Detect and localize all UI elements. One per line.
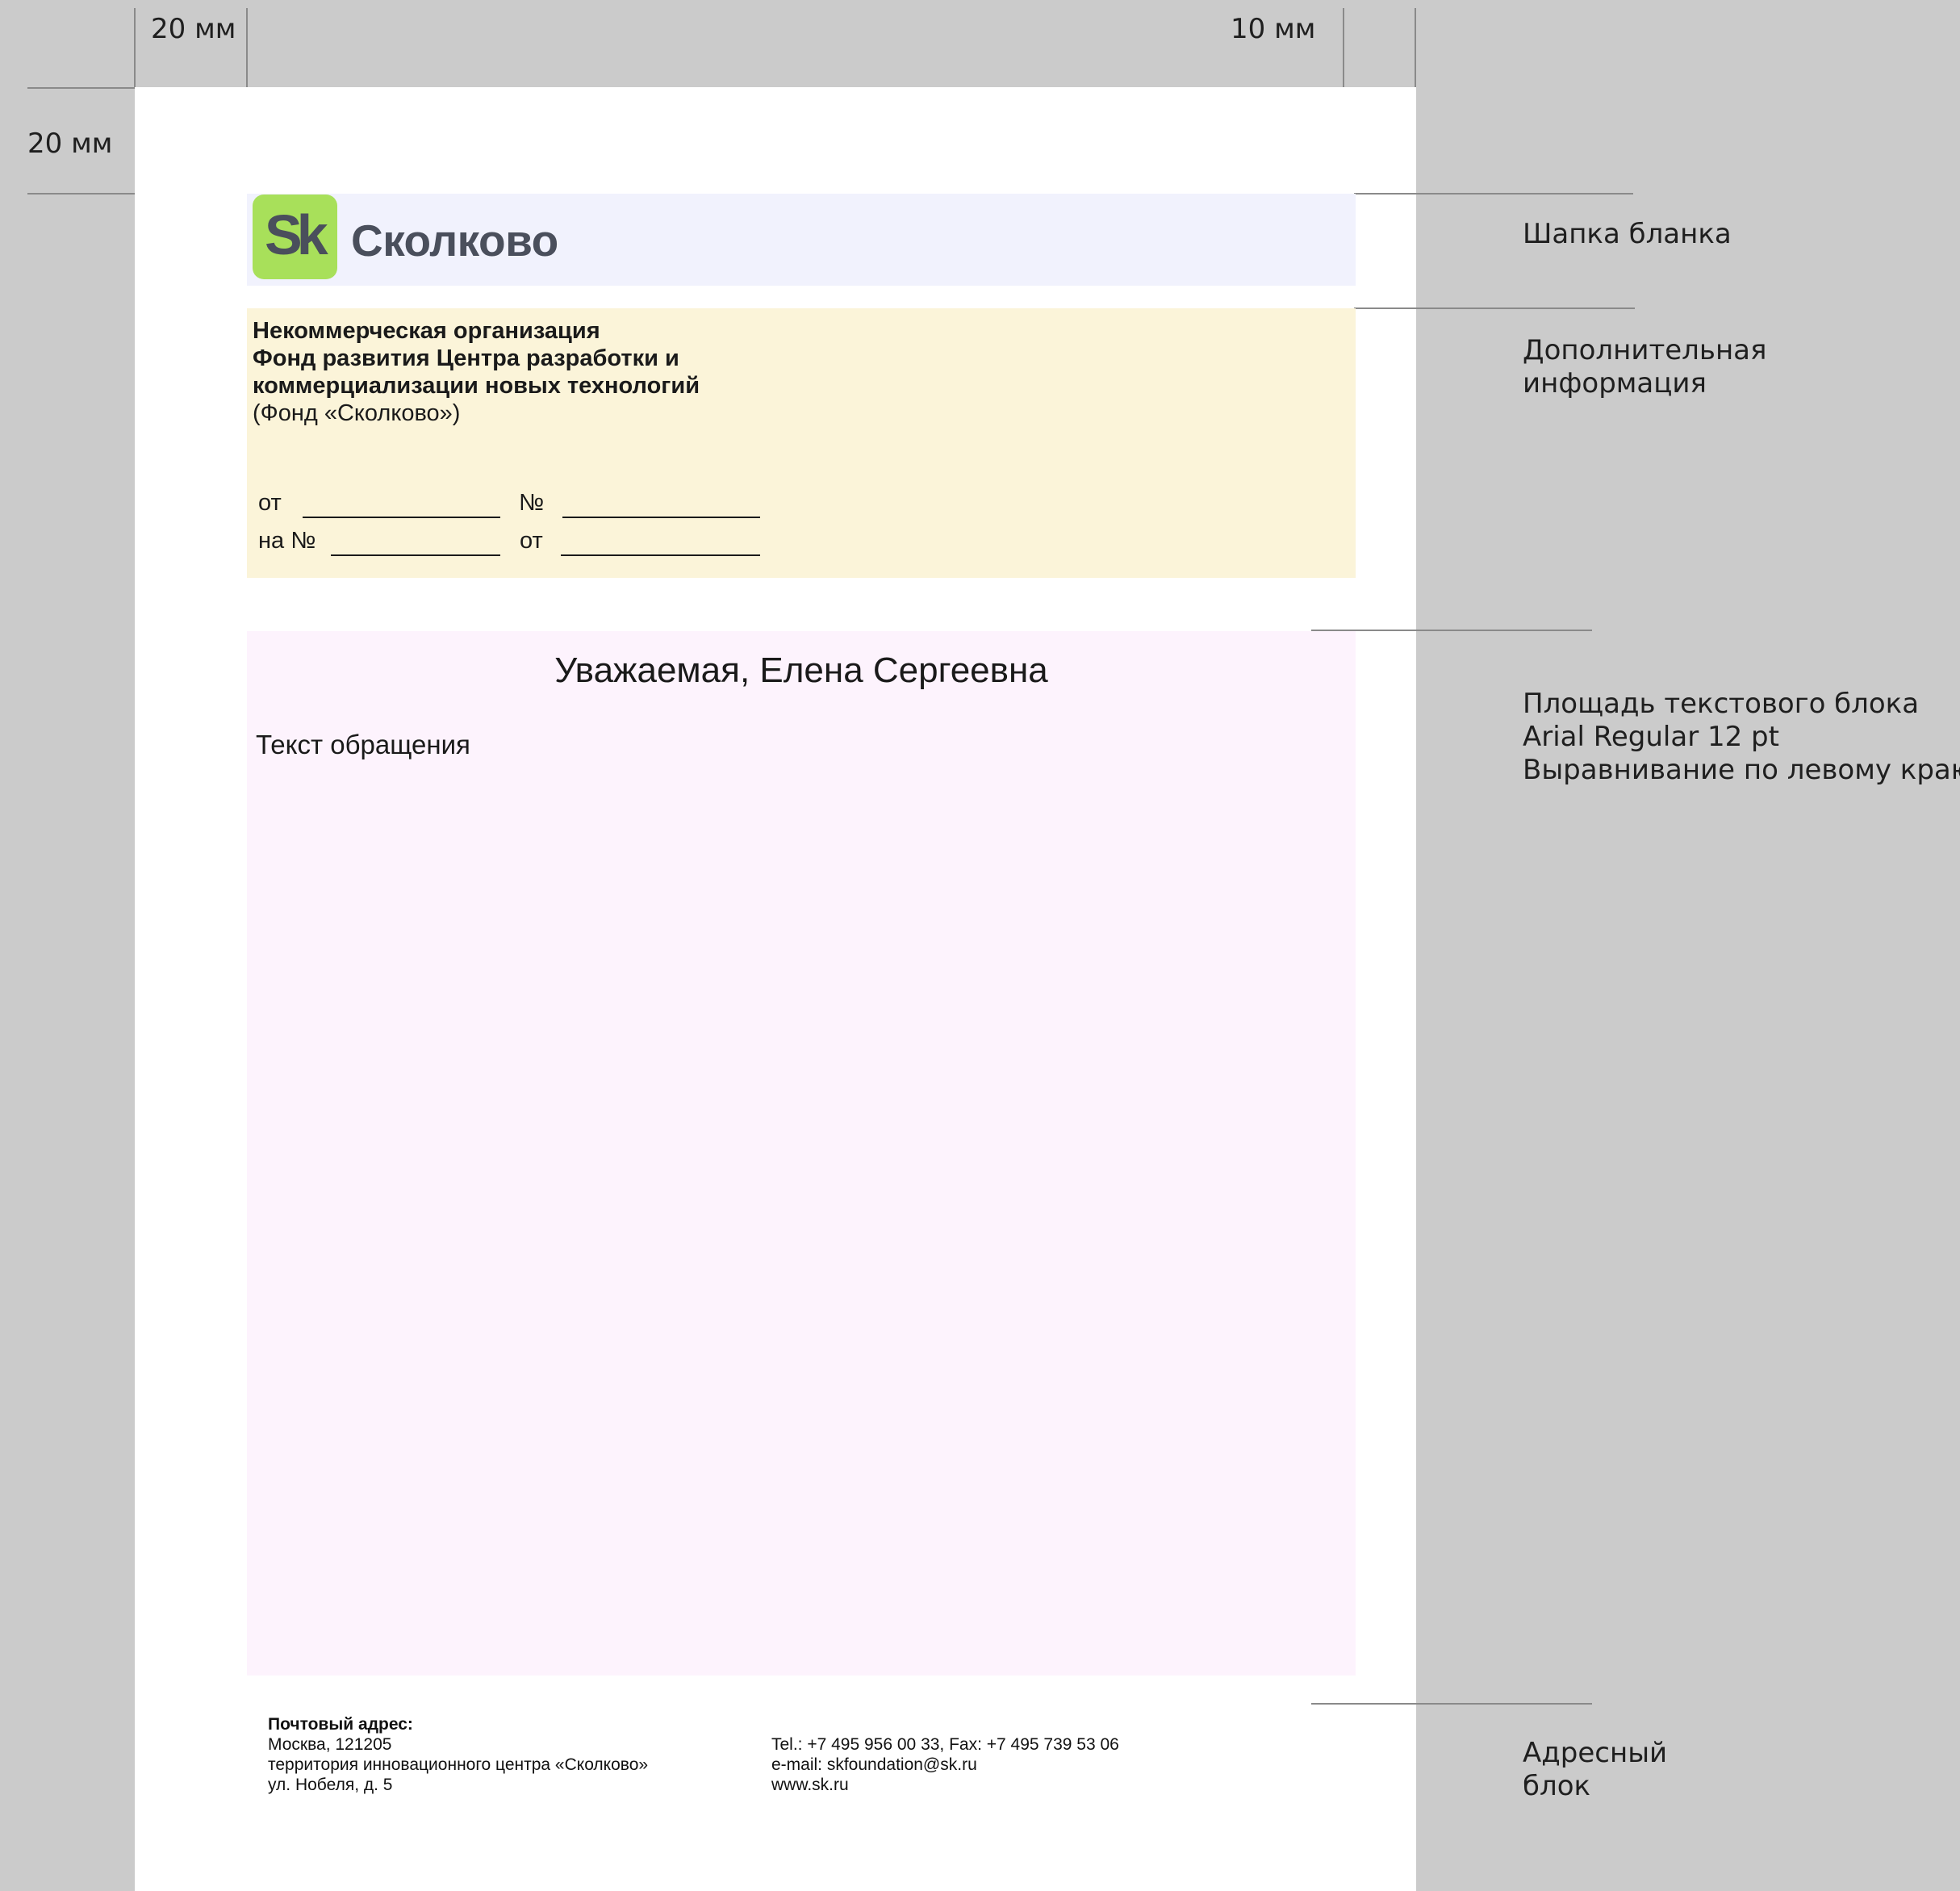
address-annotation: Адресный блок [1523,1737,1668,1802]
top-margin-label: 20 мм [27,128,113,160]
ref-number-label: на № [258,528,316,554]
content-top-guide [27,193,135,195]
left-margin-guide [134,8,136,87]
left-margin-label: 20 мм [151,13,236,45]
text-block-area [247,631,1356,1676]
number-field[interactable] [562,517,760,518]
address-annotation-line [1311,1703,1592,1705]
text-area-annotation: Площадь текстового блока Arial Regular 1… [1523,688,1960,786]
ref-number-field[interactable] [331,554,500,556]
content-left-guide [246,8,248,87]
ref-date-field[interactable] [561,554,760,556]
right-margin-label: 10 мм [1231,13,1316,45]
top-margin-guide [27,87,135,89]
content-right-guide [1343,8,1344,87]
number-label: № [519,490,545,516]
info-annotation: Дополнительная информация [1523,334,1767,400]
logo-wordmark: Сколково [351,215,558,266]
right-margin-guide [1415,8,1416,87]
info-annotation-line [1354,307,1635,309]
organization-name: Некоммерческая организация Фонд развития… [253,318,700,426]
skolkovo-logo-icon: Sk [253,195,337,279]
postal-address: Почтовый адрес: Москва, 121205 территори… [268,1715,649,1794]
header-annotation: Шапка бланка [1523,218,1732,250]
appeal-text: Текст обращения [256,730,470,759]
date-field[interactable] [303,517,500,518]
contact-info: Tel.: +7 495 956 00 33, Fax: +7 495 739 … [771,1735,1119,1794]
ref-date-label: от [520,528,543,554]
date-label: от [258,490,282,516]
greeting: Уважаемая, Елена Сергеевна [554,651,1048,690]
header-annotation-line [1354,193,1633,195]
